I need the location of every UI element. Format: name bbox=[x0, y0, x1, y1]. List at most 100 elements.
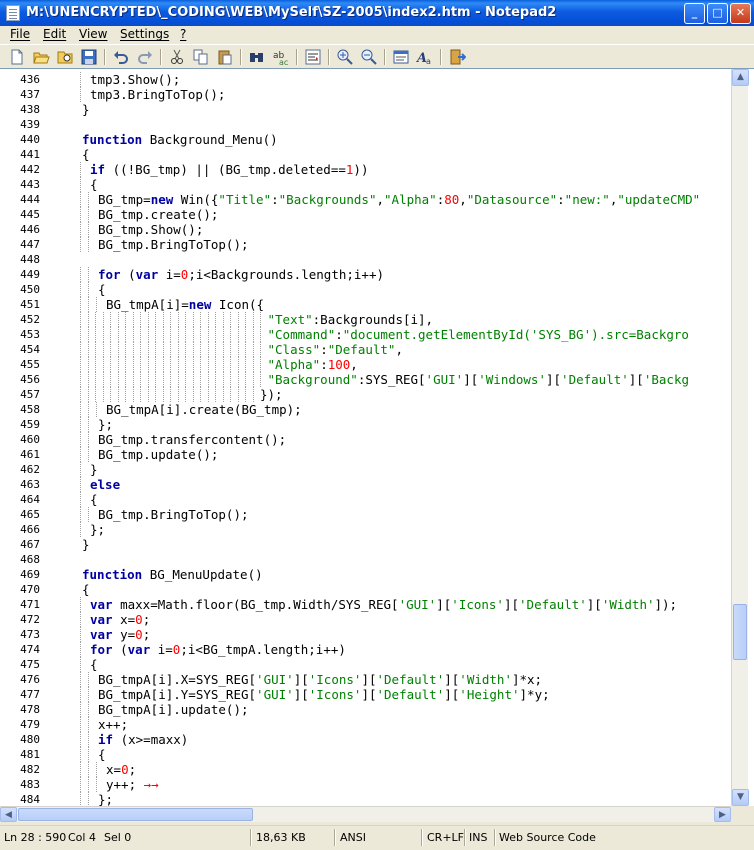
code-line[interactable]: "Text":Backgrounds[i], bbox=[268, 312, 434, 327]
vertical-scrollbar[interactable]: ▲ ▼ bbox=[731, 69, 749, 806]
code-line[interactable]: }; bbox=[98, 417, 113, 432]
code-token: ][ bbox=[463, 372, 479, 387]
open-file-icon[interactable] bbox=[32, 48, 50, 66]
code-line[interactable]: BG_tmp.update(); bbox=[98, 447, 218, 462]
code-line[interactable]: BG_tmp.Show(); bbox=[98, 222, 203, 237]
indent-guide bbox=[80, 507, 82, 522]
code-line[interactable]: "Alpha":100, bbox=[268, 357, 358, 372]
code-line[interactable]: "Command":"document.getElementById('SYS_… bbox=[268, 327, 689, 342]
status-line-endings[interactable]: CR+LF bbox=[427, 831, 464, 844]
horizontal-scroll-thumb[interactable] bbox=[18, 808, 253, 821]
code-line[interactable]: { bbox=[90, 177, 98, 192]
code-editor[interactable]: 436 437 438 439 440 441 442 443 444 445 446 447 448 4… bbox=[0, 68, 754, 822]
indent-guide bbox=[125, 357, 127, 372]
code-line[interactable]: { bbox=[90, 492, 98, 507]
code-token: var bbox=[135, 267, 159, 282]
new-file-icon[interactable] bbox=[8, 48, 26, 66]
code-line[interactable]: BG_tmp=new Win({"Title":"Backgrounds","A… bbox=[98, 192, 700, 207]
code-line[interactable]: BG_tmpA[i].update(); bbox=[98, 702, 249, 717]
code-line[interactable]: { bbox=[82, 147, 90, 162]
code-line[interactable]: }; bbox=[98, 792, 113, 806]
code-line[interactable]: { bbox=[90, 657, 98, 672]
title-bar[interactable]: M:\UNENCRYPTED\_CODING\WEB\MySelf\SZ-200… bbox=[0, 0, 754, 26]
code-line[interactable]: { bbox=[82, 582, 90, 597]
code-line[interactable]: "Class":"Default", bbox=[268, 342, 403, 357]
menu-view[interactable]: View bbox=[79, 27, 107, 41]
replace-icon[interactable]: abac bbox=[272, 48, 290, 66]
code-line[interactable]: x++; bbox=[98, 717, 128, 732]
menu-file[interactable]: File bbox=[10, 27, 30, 41]
code-line[interactable]: } bbox=[82, 102, 90, 117]
horizontal-scrollbar[interactable]: ◀ ▶ bbox=[0, 806, 731, 822]
menu-help[interactable]: ? bbox=[180, 27, 186, 41]
zoom-out-icon[interactable] bbox=[360, 48, 378, 66]
copy-icon[interactable] bbox=[192, 48, 210, 66]
code-line[interactable]: { bbox=[98, 282, 106, 297]
code-line[interactable]: BG_tmpA[i].X=SYS_REG['GUI']['Icons']['De… bbox=[98, 672, 542, 687]
maximize-button[interactable]: □ bbox=[707, 3, 728, 24]
code-line[interactable]: var y=0; bbox=[90, 627, 150, 642]
indent-guide bbox=[177, 312, 180, 327]
code-line[interactable]: var maxx=Math.floor(BG_tmp.Width/SYS_REG… bbox=[90, 597, 677, 612]
browse-icon[interactable] bbox=[56, 48, 74, 66]
code-line[interactable]: } bbox=[82, 537, 90, 552]
code-area[interactable]: tmp3.Show(); tmp3.BringToTop();} function … bbox=[70, 69, 730, 806]
zoom-in-icon[interactable] bbox=[336, 48, 354, 66]
code-line[interactable]: BG_tmpA[i].create(BG_tmp); bbox=[106, 402, 302, 417]
status-encoding[interactable]: ANSI bbox=[340, 831, 366, 844]
code-line[interactable]: function BG_MenuUpdate() bbox=[82, 567, 263, 582]
paste-icon[interactable] bbox=[216, 48, 234, 66]
code-line[interactable]: tmp3.BringToTop(); bbox=[90, 87, 225, 102]
status-overtype-mode[interactable]: INS bbox=[469, 831, 487, 844]
vertical-scroll-thumb[interactable] bbox=[733, 604, 747, 660]
code-line[interactable]: BG_tmp.BringToTop(); bbox=[98, 507, 249, 522]
code-line[interactable]: BG_tmp.create(); bbox=[98, 207, 218, 222]
code-line[interactable]: y++; →→ bbox=[106, 777, 159, 792]
save-icon[interactable] bbox=[80, 48, 98, 66]
code-line[interactable]: if ((!BG_tmp) || (BG_tmp.deleted==1)) bbox=[90, 162, 368, 177]
indent-guide bbox=[102, 312, 105, 327]
code-token: :Backgrounds[i], bbox=[312, 312, 434, 327]
code-line[interactable]: BG_tmp.transfercontent(); bbox=[98, 432, 286, 447]
indent-guide bbox=[155, 387, 157, 402]
close-button[interactable]: ✕ bbox=[730, 3, 751, 24]
code-line[interactable]: BG_tmpA[i].Y=SYS_REG['GUI']['Icons']['De… bbox=[98, 687, 550, 702]
code-line[interactable]: { bbox=[98, 747, 106, 762]
code-line[interactable]: }; bbox=[90, 522, 105, 537]
status-scheme[interactable]: Web Source Code bbox=[499, 831, 596, 844]
code-line[interactable]: BG_tmp.BringToTop(); bbox=[98, 237, 249, 252]
code-line[interactable]: var x=0; bbox=[90, 612, 150, 627]
notepad-icon[interactable] bbox=[6, 5, 20, 21]
code-line[interactable]: function Background_Menu() bbox=[82, 132, 278, 147]
code-line[interactable]: for (var i=0;i<BG_tmpA.length;i++) bbox=[90, 642, 346, 657]
menu-settings[interactable]: Settings bbox=[120, 27, 169, 41]
undo-icon[interactable] bbox=[112, 48, 130, 66]
indent-guide bbox=[102, 342, 105, 357]
code-line[interactable]: BG_tmpA[i]=new Icon({ bbox=[106, 297, 264, 312]
code-line[interactable]: tmp3.Show(); bbox=[90, 72, 180, 87]
code-token: : bbox=[335, 327, 343, 342]
font-icon[interactable]: Aa bbox=[416, 48, 434, 66]
minimize-button[interactable]: _ bbox=[684, 3, 705, 24]
scroll-down-arrow-icon[interactable]: ▼ bbox=[732, 789, 749, 806]
redo-icon[interactable] bbox=[136, 48, 154, 66]
scroll-up-arrow-icon[interactable]: ▲ bbox=[732, 69, 749, 86]
code-line[interactable]: if (x>=maxx) bbox=[98, 732, 188, 747]
scroll-right-arrow-icon[interactable]: ▶ bbox=[714, 807, 731, 822]
code-line[interactable]: x=0; bbox=[106, 762, 136, 777]
indent-guide bbox=[95, 327, 97, 342]
scheme-icon[interactable] bbox=[392, 48, 410, 66]
scroll-left-arrow-icon[interactable]: ◀ bbox=[0, 807, 17, 822]
code-line[interactable]: else bbox=[90, 477, 120, 492]
code-line[interactable]: } bbox=[90, 462, 98, 477]
indent-guide bbox=[200, 342, 202, 357]
code-line[interactable]: for (var i=0;i<Backgrounds.length;i++) bbox=[98, 267, 384, 282]
exit-icon[interactable] bbox=[448, 48, 466, 66]
menu-edit[interactable]: Edit bbox=[43, 27, 66, 41]
word-wrap-icon[interactable] bbox=[304, 48, 322, 66]
code-line[interactable]: }); bbox=[260, 387, 283, 402]
cut-icon[interactable] bbox=[168, 48, 186, 66]
indent-guide bbox=[117, 372, 120, 387]
code-line[interactable]: "Background":SYS_REG['GUI']['Windows']['… bbox=[268, 372, 690, 387]
find-icon[interactable] bbox=[248, 48, 266, 66]
